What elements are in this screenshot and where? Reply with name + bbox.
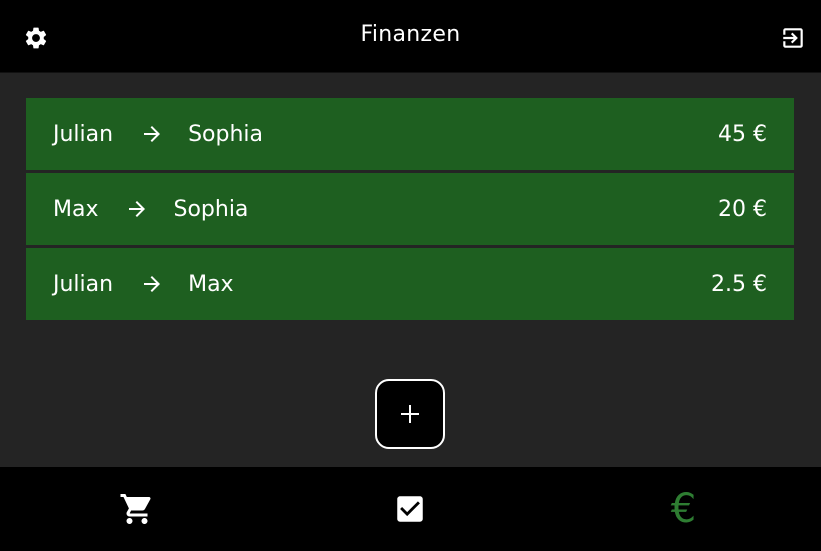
arrow-right-icon — [139, 271, 165, 297]
transaction-amount: 20 € — [718, 196, 767, 222]
transaction-row[interactable]: Max Sophia 20 € — [26, 173, 794, 245]
logout-icon — [783, 28, 803, 48]
transaction-to: Sophia — [173, 196, 249, 222]
nav-finance[interactable]: € — [547, 467, 820, 551]
shopping-cart-icon — [120, 494, 151, 524]
transaction-to: Max — [188, 271, 234, 297]
transaction-amount: 45 € — [718, 121, 767, 147]
bottom-navigation: € — [0, 467, 821, 551]
checkbox-icon — [396, 496, 423, 522]
transaction-list: Julian Sophia 45 € Max Sophia 20 € Julia… — [26, 98, 794, 323]
page-title: Finanzen — [360, 22, 461, 47]
transaction-from: Max — [53, 196, 99, 222]
transaction-from: Julian — [53, 271, 114, 297]
header-bar: Finanzen — [0, 0, 821, 73]
transaction-from: Julian — [53, 121, 114, 147]
transaction-amount: 2.5 € — [711, 271, 767, 297]
arrow-right-icon — [139, 121, 165, 147]
plus-icon — [401, 405, 419, 423]
transaction-row[interactable]: Julian Max 2.5 € — [26, 248, 794, 320]
app: Finanzen Julian Sophia 45 € Max Sophia 2… — [0, 0, 821, 551]
euro-icon: € — [670, 486, 697, 532]
add-transaction-button[interactable] — [375, 379, 445, 449]
nav-tasks[interactable] — [273, 467, 546, 551]
transaction-to: Sophia — [188, 121, 264, 147]
nav-shopping[interactable] — [0, 467, 273, 551]
transaction-row[interactable]: Julian Sophia 45 € — [26, 98, 794, 170]
arrow-right-icon — [124, 196, 150, 222]
logout-button[interactable] — [777, 23, 809, 53]
